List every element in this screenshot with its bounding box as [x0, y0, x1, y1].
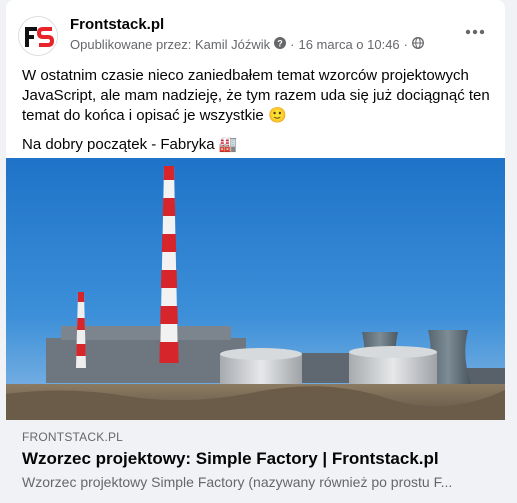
link-preview-box[interactable]: FRONTSTACK.PL Wzorzec projektowy: Simple…: [6, 420, 505, 503]
more-horizontal-icon: [465, 29, 485, 35]
post-header: Frontstack.pl Opublikowane przez: Kamil …: [6, 0, 505, 62]
meta-separator-2: ·: [403, 37, 409, 52]
link-domain: FRONTSTACK.PL: [22, 430, 124, 444]
link-preview-image[interactable]: [6, 158, 505, 420]
post-paragraph: Na dobry początek - Fabryka 🏭: [22, 136, 238, 153]
frontstack-logo-icon: [19, 17, 57, 55]
meta-separator: ·: [290, 37, 295, 52]
globe-icon[interactable]: [412, 37, 424, 52]
question-circle-icon[interactable]: ?: [274, 37, 287, 52]
author-label[interactable]: Opublikowane przez: Kamil Jóźwik: [70, 37, 270, 52]
svg-text:?: ?: [277, 39, 283, 49]
post-card: Frontstack.pl Opublikowane przez: Kamil …: [6, 0, 505, 503]
post-message: W ostatnim czasie nieco zaniedbałem tema…: [22, 66, 492, 164]
page-avatar[interactable]: [18, 16, 58, 56]
post-timestamp[interactable]: 16 marca o 10:46: [298, 37, 399, 52]
more-options-button[interactable]: [457, 14, 493, 50]
post-paragraph: W ostatnim czasie nieco zaniedbałem tema…: [22, 67, 490, 124]
power-plant-photo: [6, 158, 505, 420]
link-title[interactable]: Wzorzec projektowy: Simple Factory | Fro…: [22, 449, 439, 469]
link-description: Wzorzec projektowy Simple Factory (nazyw…: [22, 474, 453, 490]
post-meta: Opublikowane przez: Kamil Jóźwik ? · 16 …: [70, 37, 424, 52]
page-name-link[interactable]: Frontstack.pl: [70, 16, 164, 33]
